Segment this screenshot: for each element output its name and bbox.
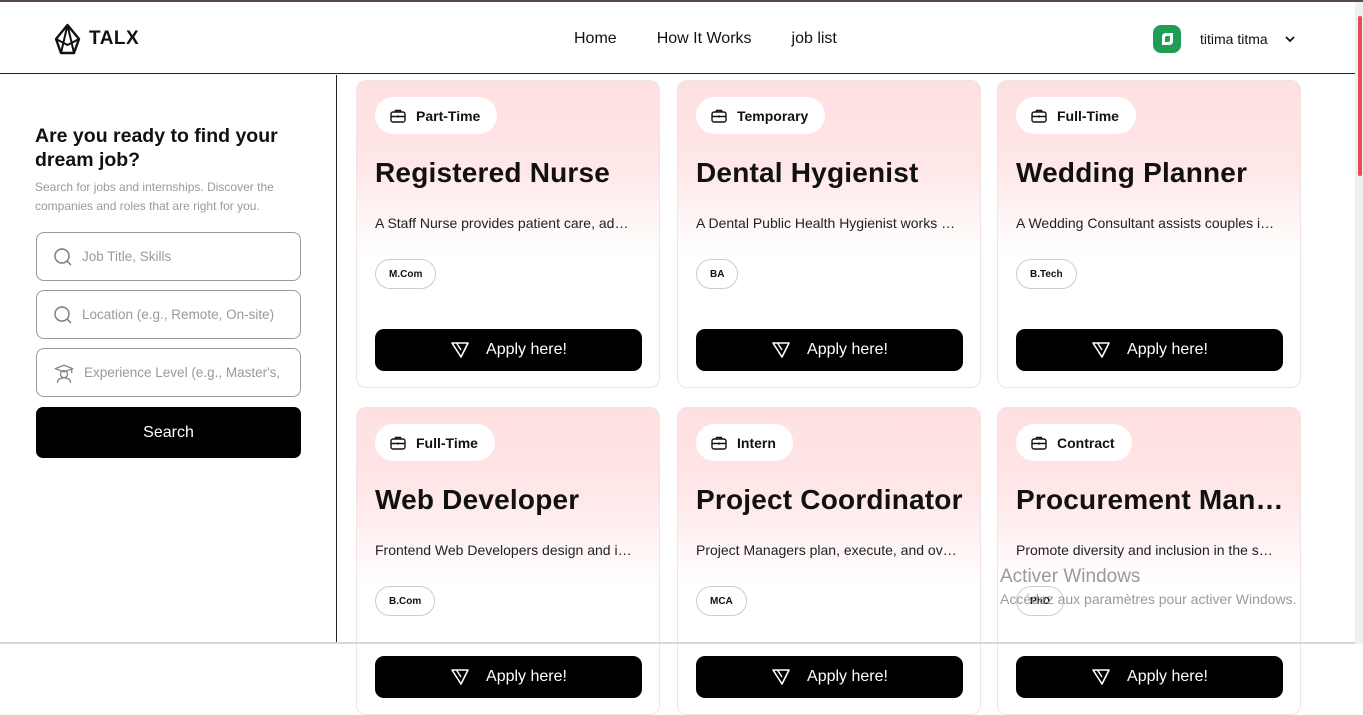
hero-subtitle: Search for jobs and internships. Discove… [35,180,274,213]
job-title-input[interactable] [82,249,292,264]
windows-activation-watermark: Activer Windows Accédez aux paramètres p… [1000,566,1296,607]
experience-input[interactable] [84,365,294,380]
job-type-badge: Intern [696,424,793,461]
apply-button[interactable]: Apply here! [1016,656,1283,698]
job-type-badge: Full-Time [375,424,495,461]
watermark-subtitle: Accédez aux paramètres pour activer Wind… [1000,591,1297,607]
apply-label: Apply here! [486,668,567,685]
job-description: Project Managers plan, execute, and over… [696,542,958,558]
top-navbar: TALX Home How It Works job list titima t… [0,2,1355,74]
job-title: Registered Nurse [375,157,611,188]
job-description: A Dental Public Health Hygienist works t… [696,215,958,231]
job-card: Part-Time Registered Nurse A Staff Nurse… [356,80,660,388]
apply-button[interactable]: Apply here! [375,329,642,371]
nav-job-list[interactable]: job list [792,30,837,48]
filter-icon [1092,669,1110,685]
filter-icon [772,342,790,358]
job-description: Frontend Web Developers design and imple… [375,542,637,558]
search-icon [54,247,72,265]
briefcase-icon [390,436,406,450]
experience-field[interactable] [36,348,301,397]
degree-badge: B.Tech [1016,259,1077,289]
job-card: Contract Procurement Manager Promote div… [997,407,1301,715]
apply-button[interactable]: Apply here! [696,329,963,371]
job-type-label: Temporary [737,107,809,124]
job-type-badge: Temporary [696,97,826,134]
user-menu[interactable]: titima titma [1152,24,1296,54]
job-type-label: Part-Time [416,107,481,124]
job-title: Project Coordinator [696,484,963,515]
job-type-label: Contract [1057,434,1115,451]
apply-label: Apply here! [486,341,567,358]
job-title: Dental Hygienist [696,157,919,188]
briefcase-icon [711,436,727,450]
briefcase-icon [711,109,727,123]
job-card: Full-Time Web Developer Frontend Web Dev… [356,407,660,715]
degree-badge: M.Com [375,259,437,289]
apply-button[interactable]: Apply here! [375,656,642,698]
job-title: Wedding Planner [1016,157,1248,188]
apply-label: Apply here! [1127,668,1208,685]
scrollbar-thumb[interactable] [1358,16,1362,176]
apply-label: Apply here! [807,341,888,358]
graduate-icon [54,364,74,383]
briefcase-icon [390,109,406,123]
brand-logo[interactable]: TALX [54,23,139,55]
nav-home[interactable]: Home [574,30,617,48]
job-card: Intern Project Coordinator Project Manag… [677,407,981,715]
watermark-title: Activer Windows [1000,566,1141,587]
apply-label: Apply here! [1127,341,1208,358]
chevron-down-icon[interactable] [1284,35,1296,43]
search-sidebar: Are you ready to find your dream job? Se… [0,75,337,644]
job-description: A Wedding Consultant assists couples in … [1016,215,1278,231]
main-nav: Home How It Works job list [574,30,837,48]
degree-badge: BA [696,259,739,289]
job-title: Procurement Manager [1016,484,1286,515]
job-title: Web Developer [375,484,580,515]
job-type-badge: Full-Time [1016,97,1136,134]
briefcase-icon [1031,109,1047,123]
job-type-badge: Contract [1016,424,1132,461]
brand-name: TALX [89,28,140,49]
filter-icon [451,669,469,685]
apply-button[interactable]: Apply here! [696,656,963,698]
degree-badge: MCA [696,586,747,616]
apply-label: Apply here! [807,668,888,685]
briefcase-icon [1031,436,1047,450]
user-name: titima titma [1200,31,1268,47]
location-field[interactable] [36,290,301,339]
job-type-label: Full-Time [1057,107,1119,124]
location-input[interactable] [82,307,292,322]
filter-icon [451,342,469,358]
job-type-badge: Part-Time [375,97,498,134]
job-type-label: Intern [737,434,776,451]
job-description: A Staff Nurse provides patient care, adm… [375,215,637,231]
job-type-label: Full-Time [416,434,478,451]
job-description: Promote diversity and inclusion in the s… [1016,542,1278,558]
talx-logo-icon [54,23,81,55]
search-button[interactable]: Search [36,407,301,458]
avatar [1153,25,1181,53]
degree-badge: B.Com [375,586,436,616]
search-icon [54,305,72,323]
job-title-field[interactable] [36,232,301,281]
job-card: Temporary Dental Hygienist A Dental Publ… [677,80,981,388]
filter-icon [1092,342,1110,358]
job-card: Full-Time Wedding Planner A Wedding Cons… [997,80,1301,388]
hero-title: Are you ready to find your dream job? [35,125,278,171]
nav-how-it-works[interactable]: How It Works [657,30,752,48]
apply-button[interactable]: Apply here! [1016,329,1283,371]
filter-icon [772,669,790,685]
